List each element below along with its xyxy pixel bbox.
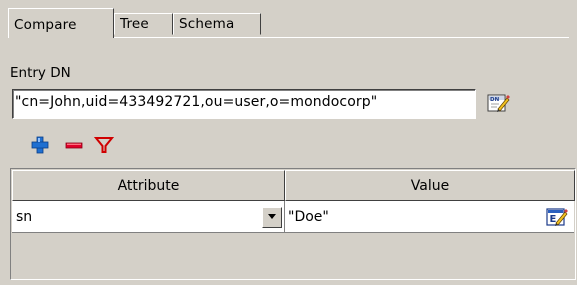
attribute-cell[interactable]: sn	[12, 201, 285, 233]
entry-dn-field[interactable]: "cn=John,uid=433492721,ou=user,o=mondoco…	[12, 89, 476, 119]
dn-edit-icon[interactable]: DN	[487, 92, 510, 114]
tab-tree[interactable]: Tree	[114, 13, 173, 35]
value-cell[interactable]: "Doe" E	[286, 201, 574, 233]
column-header-value[interactable]: Value	[285, 170, 575, 201]
plus-icon[interactable]	[30, 135, 50, 155]
minus-icon[interactable]	[64, 135, 84, 155]
value-text: "Doe"	[288, 209, 329, 225]
chevron-down-icon	[268, 214, 276, 219]
svg-text:E: E	[550, 214, 557, 225]
attribute-dropdown-button[interactable]	[262, 207, 282, 228]
attribute-table: Attribute Value sn "Doe" E	[10, 168, 576, 280]
edit-value-icon[interactable]: E	[546, 206, 568, 228]
tab-schema[interactable]: Schema	[173, 13, 261, 35]
svg-text:DN: DN	[490, 97, 500, 103]
attribute-value: sn	[16, 209, 33, 225]
table-row[interactable]: sn "Doe" E	[12, 201, 574, 233]
table-header: Attribute Value	[12, 170, 575, 201]
column-header-attribute[interactable]: Attribute	[12, 170, 285, 201]
tab-compare[interactable]: Compare	[8, 8, 114, 38]
filter-icon[interactable]	[93, 135, 115, 155]
entry-dn-label: Entry DN	[10, 65, 71, 81]
